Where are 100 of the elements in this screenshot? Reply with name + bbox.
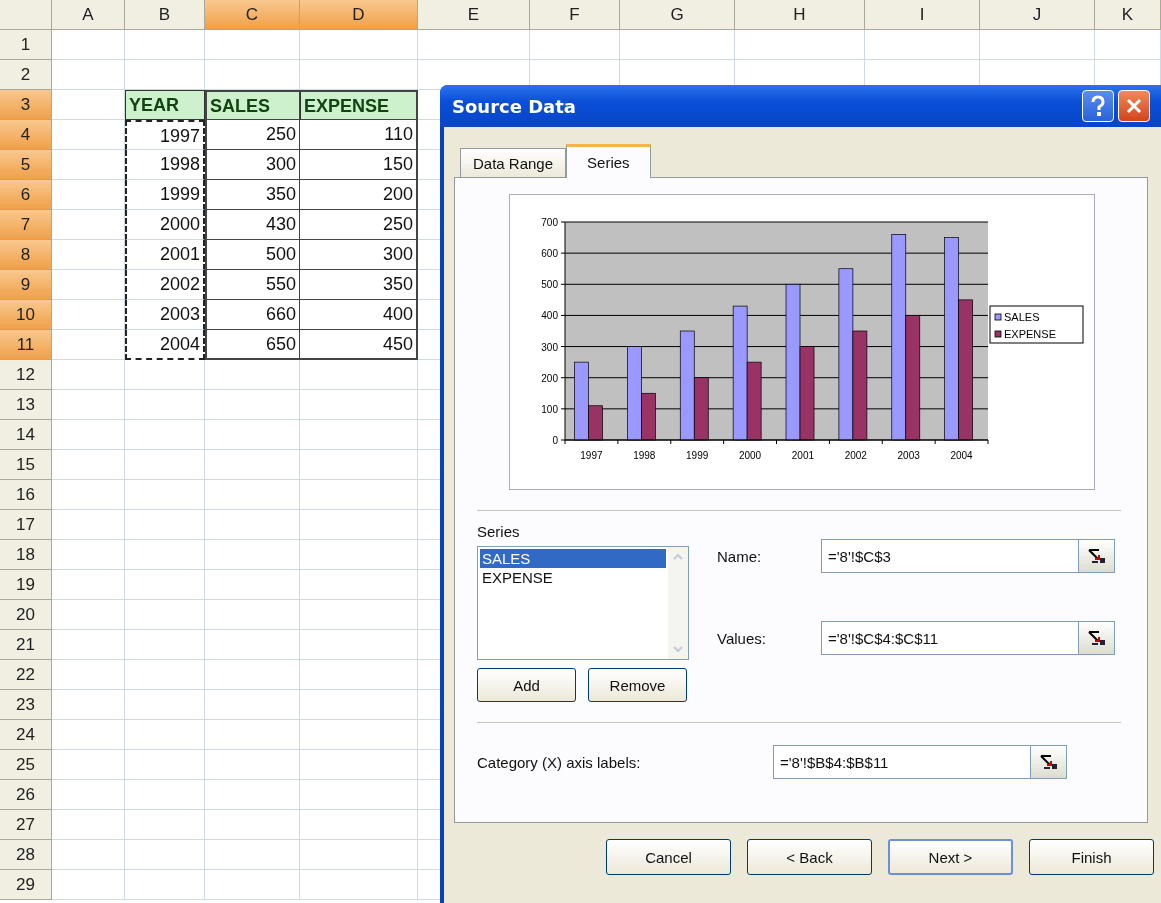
row-header[interactable]: 7 xyxy=(0,210,52,240)
row-header[interactable]: 26 xyxy=(0,780,52,810)
row-header[interactable]: 24 xyxy=(0,720,52,750)
table-cell: 2000 xyxy=(125,210,205,240)
row-header[interactable]: 12 xyxy=(0,360,52,390)
axis-label: 400 xyxy=(541,310,558,322)
row-header[interactable]: 25 xyxy=(0,750,52,780)
row-header[interactable]: 27 xyxy=(0,810,52,840)
series-label: Series xyxy=(477,523,521,540)
row-header[interactable]: 21 xyxy=(0,630,52,660)
table-cell: 2001 xyxy=(125,240,205,270)
row-header[interactable]: 22 xyxy=(0,660,52,690)
table-cell: 350 xyxy=(205,180,300,210)
dialog-button[interactable]: Next > xyxy=(888,839,1013,875)
row-header[interactable]: 15 xyxy=(0,450,52,480)
table-cell: 300 xyxy=(300,240,418,270)
row-header[interactable]: 23 xyxy=(0,690,52,720)
row-header[interactable]: 19 xyxy=(0,570,52,600)
row-header[interactable]: 8 xyxy=(0,240,52,270)
add-button[interactable]: Add xyxy=(477,668,576,702)
list-item[interactable]: EXPENSE xyxy=(480,568,666,587)
row-header[interactable]: 16 xyxy=(0,480,52,510)
row-header[interactable]: 18 xyxy=(0,540,52,570)
range-picker-button[interactable] xyxy=(1031,745,1067,779)
header-cell: EXPENSE xyxy=(300,90,418,120)
dialog-button[interactable]: Cancel xyxy=(606,839,731,875)
list-item[interactable]: SALES xyxy=(480,549,666,568)
row-header[interactable]: 28 xyxy=(0,840,52,870)
remove-button[interactable]: Remove xyxy=(588,668,687,702)
row-header[interactable]: 2 xyxy=(0,60,52,90)
header-cell: YEAR xyxy=(125,90,205,120)
values-field[interactable]: ='8'!$C$4:$C$11 xyxy=(821,621,1079,655)
range-picker-button[interactable] xyxy=(1079,539,1115,573)
table-cell: 650 xyxy=(205,330,300,360)
column-header[interactable]: K xyxy=(1095,0,1161,30)
row-header[interactable]: 9 xyxy=(0,270,52,300)
axis-label: 1997 xyxy=(580,450,603,461)
column-header[interactable]: A xyxy=(52,0,125,30)
grid-arrow-icon xyxy=(1038,753,1059,771)
table-cell: 350 xyxy=(300,270,418,300)
axis-label: 2000 xyxy=(738,450,762,461)
table-cell: 1997 xyxy=(125,120,205,150)
axis-label: 200 xyxy=(541,372,558,384)
axis-label: 2003 xyxy=(897,450,920,461)
table-cell: 660 xyxy=(205,300,300,330)
tab[interactable]: Data Range xyxy=(460,148,567,177)
row-header[interactable]: 20 xyxy=(0,600,52,630)
table-cell: 250 xyxy=(300,210,418,240)
row-header[interactable]: 6 xyxy=(0,180,52,210)
range-picker-button[interactable] xyxy=(1079,621,1115,655)
row-header[interactable]: 17 xyxy=(0,510,52,540)
close-icon xyxy=(1125,97,1143,115)
axis-label: 700 xyxy=(541,217,558,228)
tab[interactable]: Series xyxy=(566,144,651,178)
name-label: Name: xyxy=(717,547,763,565)
axis-label: 500 xyxy=(541,279,558,291)
table-cell: 250 xyxy=(205,120,300,150)
row-header[interactable]: 14 xyxy=(0,420,52,450)
axis-label: 2004 xyxy=(950,450,973,461)
table-cell: 200 xyxy=(300,180,418,210)
table-cell: 400 xyxy=(300,300,418,330)
column-header[interactable]: C xyxy=(205,0,300,30)
legend-label: SALES xyxy=(1004,311,1040,323)
grid-arrow-icon xyxy=(1086,629,1107,647)
row-header[interactable]: 13 xyxy=(0,390,52,420)
row-header[interactable]: 3 xyxy=(0,90,52,120)
axis-label: 2002 xyxy=(844,450,867,461)
column-header[interactable]: F xyxy=(530,0,620,30)
category-field[interactable]: ='8'!$B$4:$B$11 xyxy=(773,745,1031,779)
column-header[interactable]: D xyxy=(300,0,418,30)
table-cell: 150 xyxy=(300,150,418,180)
axis-label: 0 xyxy=(552,435,558,446)
legend-label: EXPENSE xyxy=(1004,328,1056,340)
row-header[interactable]: 10 xyxy=(0,300,52,330)
row-header[interactable]: 11 xyxy=(0,330,52,360)
row-header[interactable]: 1 xyxy=(0,30,52,60)
row-header[interactable]: 4 xyxy=(0,120,52,150)
close-button[interactable] xyxy=(1118,90,1150,122)
table-cell: 500 xyxy=(205,240,300,270)
column-header[interactable]: J xyxy=(980,0,1095,30)
category-label: Category (X) axis labels: xyxy=(477,753,642,771)
axis-label: 1998 xyxy=(633,450,656,461)
row-header[interactable]: 29 xyxy=(0,870,52,900)
column-header[interactable]: G xyxy=(620,0,735,30)
name-field[interactable]: ='8'!$C$3 xyxy=(821,539,1079,573)
window-title: Source Data xyxy=(452,95,576,117)
table-cell: 450 xyxy=(300,330,418,360)
table-cell: 300 xyxy=(205,150,300,180)
table-cell: 430 xyxy=(205,210,300,240)
column-header[interactable]: B xyxy=(125,0,205,30)
row-header[interactable]: 5 xyxy=(0,150,52,180)
help-button[interactable] xyxy=(1082,90,1114,122)
column-header[interactable]: E xyxy=(418,0,530,30)
column-header[interactable]: H xyxy=(735,0,865,30)
column-header[interactable]: I xyxy=(865,0,980,30)
table-cell: 2003 xyxy=(125,300,205,330)
table-cell: 110 xyxy=(300,120,418,150)
table-cell: 1999 xyxy=(125,180,205,210)
dialog-button[interactable]: Finish xyxy=(1029,839,1154,875)
dialog-button[interactable]: < Back xyxy=(747,839,872,875)
